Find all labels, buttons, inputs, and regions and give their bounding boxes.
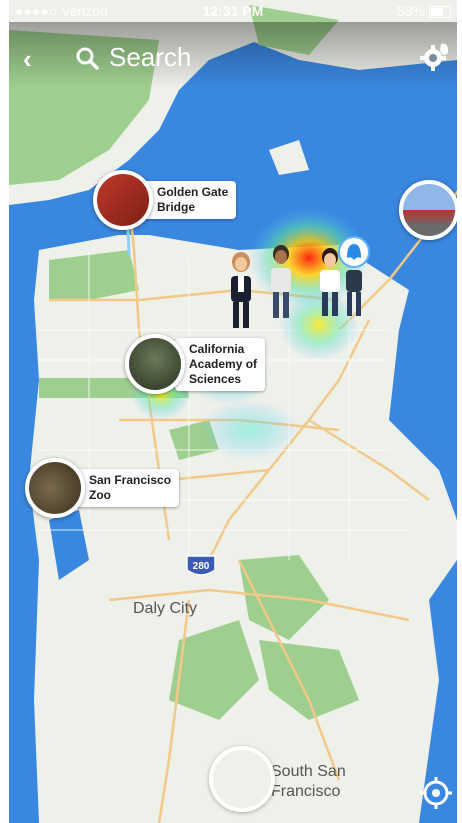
highway-number: 280 xyxy=(192,561,210,572)
poi-california-academy-of-sciences[interactable]: California Academy of Sciences xyxy=(125,334,266,394)
poi-thumbnail xyxy=(399,180,457,240)
poi-offscreen-photo[interactable] xyxy=(399,180,457,240)
poi-label-line: Zoo xyxy=(89,488,111,502)
poi-label: California Academy of Sciences xyxy=(175,337,266,391)
map-canvas[interactable] xyxy=(9,0,457,823)
bitmoji-self[interactable] xyxy=(337,236,371,320)
gear-icon[interactable] xyxy=(419,40,451,72)
place-label-line: Francisco xyxy=(271,783,341,800)
snap-map-screen: 280 ●●●●○ Verizon 12:31 PM 58% ‹ Search xyxy=(9,0,457,823)
bitmoji-friend-2[interactable] xyxy=(265,242,297,322)
poi-label-line: Bridge xyxy=(157,200,196,214)
search-icon[interactable] xyxy=(75,46,99,70)
battery-icon xyxy=(429,6,451,18)
poi-thumbnail xyxy=(93,170,153,230)
poi-label: Golden Gate Bridge xyxy=(143,181,237,219)
place-label-line: South San xyxy=(271,763,346,780)
highway-280-label: 280 xyxy=(187,556,215,578)
poi-label-line: California xyxy=(189,341,245,356)
place-label-daly-city: Daly City xyxy=(133,600,198,617)
chevron-left-icon[interactable]: ‹ xyxy=(23,44,32,75)
poi-label-line: Sciences xyxy=(189,371,242,386)
place-label-south-san-francisco: South San Francisco xyxy=(271,762,346,802)
heat-spot-mission xyxy=(199,400,299,460)
poi-thumbnail xyxy=(125,334,185,394)
poi-label-line: Academy of xyxy=(189,356,258,371)
snap-camera-button[interactable] xyxy=(209,746,275,812)
status-bar: ●●●●○ Verizon 12:31 PM 58% xyxy=(9,0,457,22)
clock: 12:31 PM xyxy=(202,3,264,19)
poi-label-line: Golden Gate xyxy=(157,185,229,199)
crosshair-icon[interactable] xyxy=(419,776,453,810)
bitmoji-friend-1[interactable] xyxy=(223,250,259,332)
search-label[interactable]: Search xyxy=(109,42,191,73)
poi-label-line: San Francisco xyxy=(89,473,172,487)
poi-san-francisco-zoo[interactable]: San Francisco Zoo xyxy=(25,458,180,518)
battery-percent: 58% xyxy=(396,3,425,19)
poi-label: San Francisco Zoo xyxy=(75,469,180,507)
poi-thumbnail xyxy=(25,458,85,518)
poi-golden-gate-bridge[interactable]: Golden Gate Bridge xyxy=(93,170,237,230)
